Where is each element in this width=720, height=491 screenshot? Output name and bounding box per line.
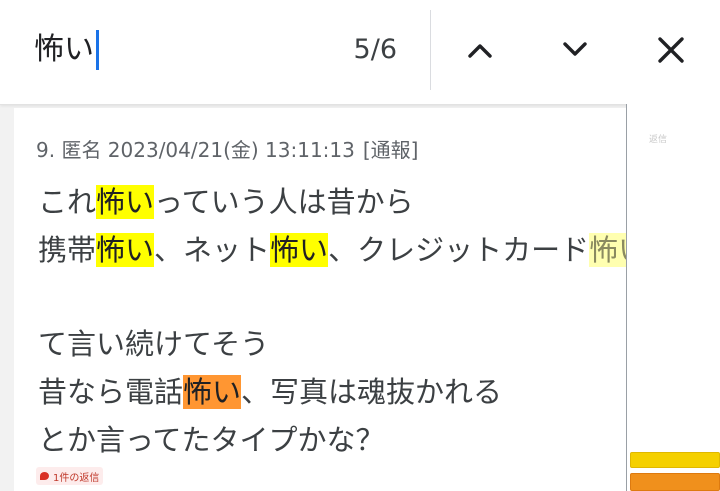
reply-link[interactable]: 返信: [649, 132, 667, 145]
match-marker[interactable]: [630, 452, 720, 468]
comment-text: 、ネット: [154, 233, 271, 267]
comment-header: 9. 匿名 2023/04/21(金) 13:11:13 [通報]: [36, 134, 418, 163]
text-caret: [96, 30, 99, 70]
match-counter: 5/6: [353, 34, 397, 65]
close-find-button[interactable]: [643, 22, 699, 78]
chevron-down-icon: [563, 42, 587, 56]
comment-meta: 9. 匿名 2023/04/21(金) 13:11:13: [36, 138, 355, 162]
find-bar-divider: [430, 10, 431, 90]
comment-text: っていう人は昔から: [154, 185, 414, 219]
comment-card: 9. 匿名 2023/04/21(金) 13:11:13 [通報] これ怖いってい…: [14, 108, 648, 491]
comment-line: これ怖いっていう人は昔から: [38, 178, 647, 226]
comment-text: 、写真は魂抜かれる: [241, 375, 503, 409]
comment-text: 携帯: [38, 233, 97, 267]
comment-body: これ怖いっていう人は昔から 携帯怖い、ネット怖い、クレジットカード怖い て言い続…: [38, 178, 648, 464]
chevron-up-icon: [468, 44, 492, 58]
search-highlight: 怖い: [96, 185, 155, 219]
comment-text: これ: [38, 185, 97, 219]
find-input[interactable]: 怖い: [34, 26, 99, 74]
report-link[interactable]: [通報]: [363, 138, 419, 162]
find-query-text: 怖い: [34, 32, 94, 67]
next-match-button[interactable]: [547, 22, 603, 78]
comment-line: て言い続けてそう: [38, 320, 647, 368]
active-search-highlight: 怖い: [183, 375, 242, 409]
comment-text: て言い続けてそう: [38, 327, 270, 361]
comment-text: 昔なら電話: [38, 375, 184, 409]
replies-count-label: 1件の返信: [53, 472, 100, 484]
find-in-page-bar: 怖い 5/6: [0, 0, 720, 105]
comment-line: とか言ってたタイプかな？: [38, 416, 647, 464]
replies-badge[interactable]: 1件の返信: [36, 467, 104, 485]
previous-match-button[interactable]: [452, 22, 508, 78]
search-highlight: 怖い: [96, 233, 155, 267]
active-match-marker[interactable]: [630, 473, 720, 491]
speech-bubble-icon: [40, 472, 49, 480]
comment-line: 昔なら電話怖い、写真は魂抜かれる: [38, 368, 647, 416]
comment-text: 、クレジットカード: [328, 233, 590, 267]
comment-text: とか言ってたタイプかな？: [38, 423, 385, 457]
search-highlight: 怖い: [270, 233, 329, 267]
scrollbar-match-gutter[interactable]: 返信: [626, 104, 720, 491]
close-icon: [658, 37, 684, 63]
comment-line: 携帯怖い、ネット怖い、クレジットカード怖い: [38, 226, 648, 274]
